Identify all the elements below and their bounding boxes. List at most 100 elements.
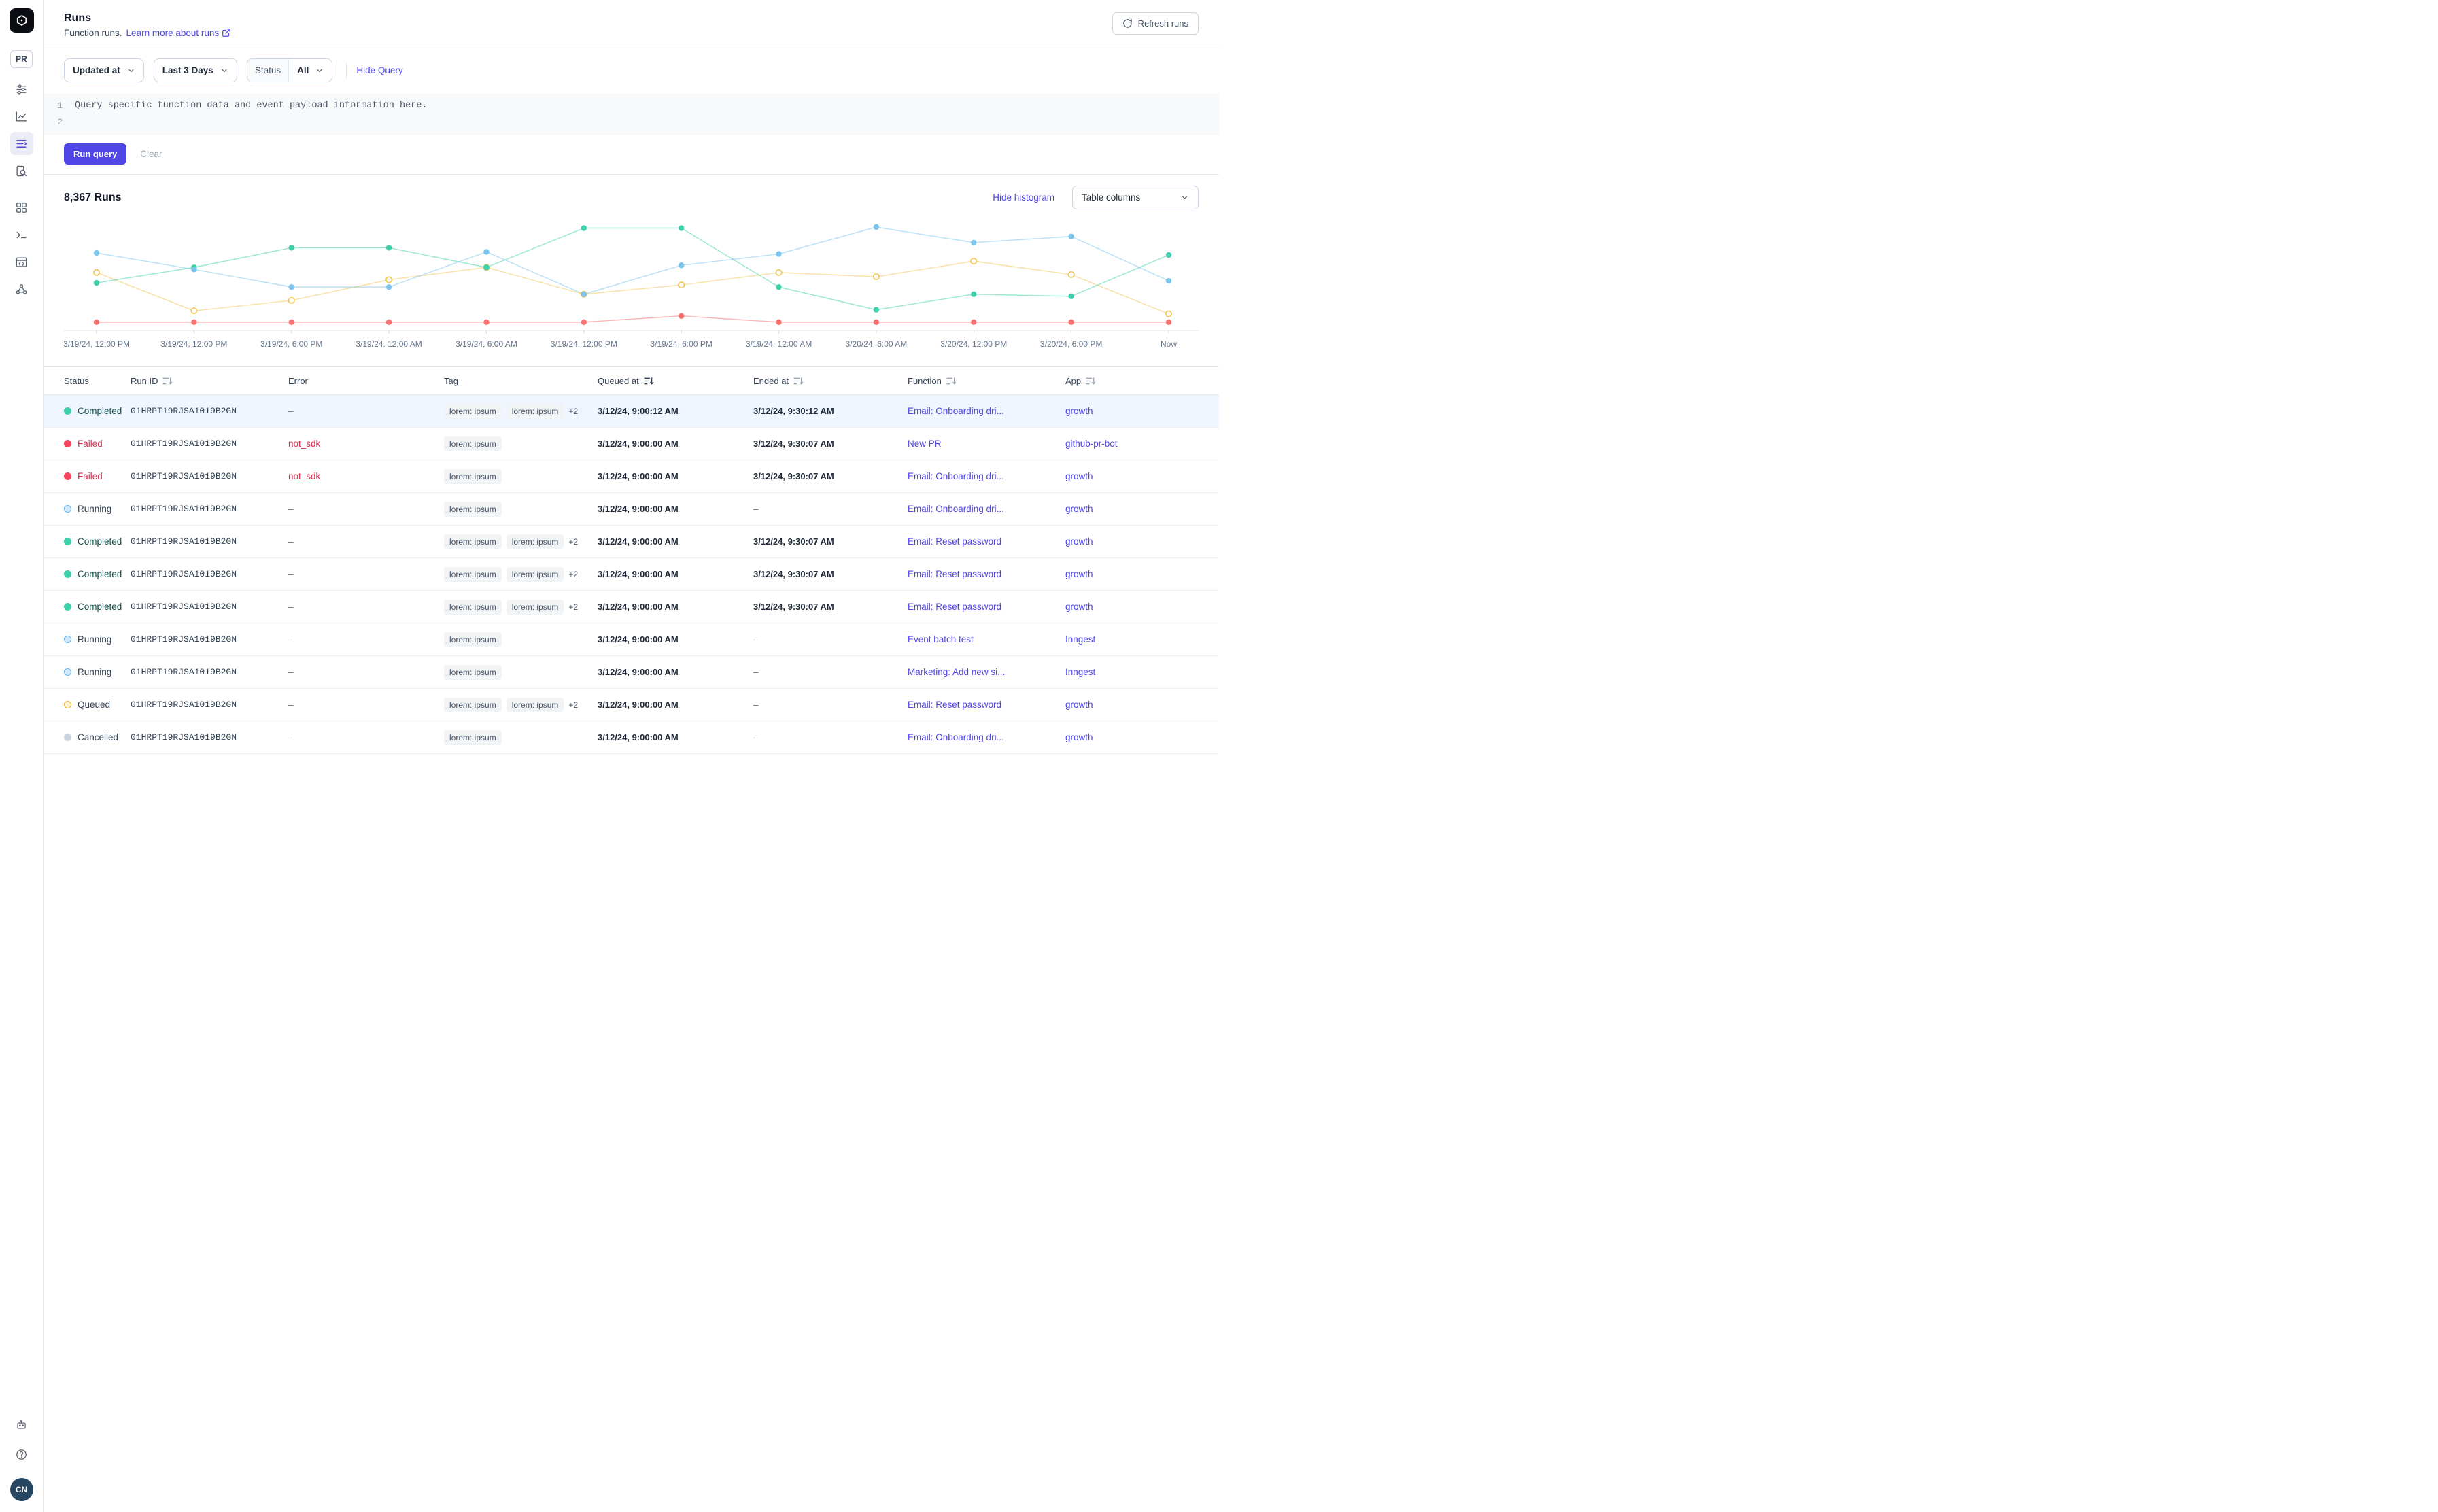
- ended-at: –: [753, 700, 908, 710]
- filters-sliders-icon[interactable]: [10, 78, 33, 101]
- app-link[interactable]: growth: [1065, 471, 1093, 481]
- app-link[interactable]: Inngest: [1065, 667, 1095, 677]
- functions-terminal-icon[interactable]: [10, 223, 33, 246]
- app-link[interactable]: growth: [1065, 700, 1093, 710]
- tag-pill: lorem: ipsum: [507, 698, 564, 712]
- hide-histogram-link[interactable]: Hide histogram: [993, 192, 1054, 203]
- table-row[interactable]: Completed 01HRPT19RJSA1019B2GN – lorem: …: [44, 558, 1219, 591]
- sort-icon: [162, 377, 173, 385]
- refresh-runs-button[interactable]: Refresh runs: [1112, 12, 1199, 35]
- assistant-icon[interactable]: [10, 1413, 33, 1436]
- search-events-icon[interactable]: [10, 159, 33, 182]
- status-label: Completed: [78, 569, 122, 579]
- runs-list-icon[interactable]: [10, 132, 33, 155]
- queued-at: 3/12/24, 9:00:00 AM: [598, 634, 753, 645]
- query-editor[interactable]: 1 Query specific function data and event…: [44, 93, 1219, 135]
- chevron-down-icon: [127, 67, 135, 75]
- tag-cell: lorem: ipsum lorem: ipsum +2: [444, 404, 598, 419]
- column-header-queued-at[interactable]: Queued at: [598, 376, 753, 386]
- sort-field-dropdown[interactable]: Updated at: [64, 58, 144, 82]
- app-link[interactable]: growth: [1065, 732, 1093, 742]
- column-header-app[interactable]: App: [1065, 376, 1199, 386]
- svg-text:3/20/24, 6:00 PM: 3/20/24, 6:00 PM: [1040, 339, 1102, 349]
- table-columns-select[interactable]: Table columns: [1072, 186, 1199, 209]
- status-filter[interactable]: Status All: [247, 58, 333, 82]
- table-row[interactable]: Completed 01HRPT19RJSA1019B2GN – lorem: …: [44, 526, 1219, 558]
- sidebar-nav: [10, 78, 33, 300]
- queued-at: 3/12/24, 9:00:00 AM: [598, 602, 753, 612]
- function-link[interactable]: Email: Reset password: [908, 602, 1001, 612]
- results-header: 8,367 Runs Hide histogram Table columns: [44, 175, 1219, 218]
- function-link[interactable]: Email: Reset password: [908, 700, 1001, 710]
- error-cell: –: [288, 406, 444, 416]
- code-window-icon[interactable]: [10, 250, 33, 273]
- apps-grid-icon[interactable]: [10, 196, 33, 219]
- app-link[interactable]: growth: [1065, 504, 1093, 514]
- inngest-logo[interactable]: [10, 8, 34, 33]
- hide-query-link[interactable]: Hide Query: [356, 65, 402, 75]
- queued-at: 3/12/24, 9:00:00 AM: [598, 700, 753, 710]
- column-header-status[interactable]: Status: [64, 376, 131, 386]
- tag-overflow-count: +2: [568, 407, 578, 416]
- learn-more-link[interactable]: Learn more about runs: [126, 28, 232, 38]
- tag-cell: lorem: ipsum: [444, 436, 598, 451]
- function-link[interactable]: Marketing: Add new si...: [908, 667, 1005, 677]
- function-link[interactable]: Email: Onboarding dri...: [908, 471, 1004, 481]
- function-link[interactable]: Email: Reset password: [908, 536, 1001, 547]
- column-header-run-id[interactable]: Run ID: [131, 376, 288, 386]
- run-id: 01HRPT19RJSA1019B2GN: [131, 732, 288, 742]
- ended-at: 3/12/24, 9:30:07 AM: [753, 471, 908, 481]
- status-dot: [64, 603, 71, 611]
- function-link[interactable]: Email: Onboarding dri...: [908, 504, 1004, 514]
- sort-icon: [644, 377, 654, 385]
- status-dot: [64, 505, 71, 513]
- column-header-tag[interactable]: Tag: [444, 376, 598, 386]
- run-query-button[interactable]: Run query: [64, 143, 126, 165]
- error-cell: not_sdk: [288, 439, 444, 449]
- table-row[interactable]: Completed 01HRPT19RJSA1019B2GN – lorem: …: [44, 591, 1219, 623]
- function-link[interactable]: Email: Reset password: [908, 569, 1001, 579]
- app-link[interactable]: growth: [1065, 569, 1093, 579]
- table-row[interactable]: Running 01HRPT19RJSA1019B2GN – lorem: ip…: [44, 656, 1219, 689]
- table-row[interactable]: Running 01HRPT19RJSA1019B2GN – lorem: ip…: [44, 493, 1219, 526]
- app-link[interactable]: growth: [1065, 536, 1093, 547]
- function-link[interactable]: New PR: [908, 439, 942, 449]
- chevron-down-icon: [315, 67, 324, 75]
- time-range-dropdown[interactable]: Last 3 Days: [154, 58, 237, 82]
- app-link[interactable]: github-pr-bot: [1065, 439, 1118, 449]
- clear-query-button[interactable]: Clear: [140, 149, 162, 159]
- app-link[interactable]: growth: [1065, 406, 1093, 416]
- table-row[interactable]: Failed 01HRPT19RJSA1019B2GN not_sdk lore…: [44, 460, 1219, 493]
- app-link[interactable]: growth: [1065, 602, 1093, 612]
- metrics-icon[interactable]: [10, 105, 33, 128]
- tag-pill: lorem: ipsum: [444, 600, 502, 615]
- main-content: Runs Function runs. Learn more about run…: [44, 0, 1219, 754]
- help-icon[interactable]: [10, 1443, 33, 1466]
- ended-at: –: [753, 634, 908, 645]
- chevron-down-icon: [220, 67, 228, 75]
- function-link[interactable]: Email: Onboarding dri...: [908, 406, 1004, 416]
- function-link[interactable]: Event batch test: [908, 634, 974, 645]
- table-row[interactable]: Queued 01HRPT19RJSA1019B2GN – lorem: ips…: [44, 689, 1219, 721]
- tag-pill: lorem: ipsum: [507, 404, 564, 419]
- ended-at: 3/12/24, 9:30:07 AM: [753, 602, 908, 612]
- sidebar-bottom: CN: [10, 1413, 33, 1501]
- table-row[interactable]: Failed 01HRPT19RJSA1019B2GN not_sdk lore…: [44, 428, 1219, 460]
- tag-pill: lorem: ipsum: [444, 404, 502, 419]
- column-header-ended-at[interactable]: Ended at: [753, 376, 908, 386]
- workspace-badge[interactable]: PR: [10, 50, 33, 68]
- status-label: Failed: [78, 471, 103, 481]
- column-header-error[interactable]: Error: [288, 376, 444, 386]
- table-row[interactable]: Cancelled 01HRPT19RJSA1019B2GN – lorem: …: [44, 721, 1219, 754]
- queued-at: 3/12/24, 9:00:00 AM: [598, 569, 753, 579]
- run-id: 01HRPT19RJSA1019B2GN: [131, 471, 288, 481]
- run-id: 01HRPT19RJSA1019B2GN: [131, 569, 288, 579]
- app-link[interactable]: Inngest: [1065, 634, 1095, 645]
- column-header-function[interactable]: Function: [908, 376, 1065, 386]
- table-row[interactable]: Completed 01HRPT19RJSA1019B2GN – lorem: …: [44, 395, 1219, 428]
- webhook-icon[interactable]: [10, 277, 33, 300]
- function-link[interactable]: Email: Onboarding dri...: [908, 732, 1004, 742]
- user-avatar[interactable]: CN: [10, 1478, 33, 1501]
- queued-at: 3/12/24, 9:00:00 AM: [598, 439, 753, 449]
- table-row[interactable]: Running 01HRPT19RJSA1019B2GN – lorem: ip…: [44, 623, 1219, 656]
